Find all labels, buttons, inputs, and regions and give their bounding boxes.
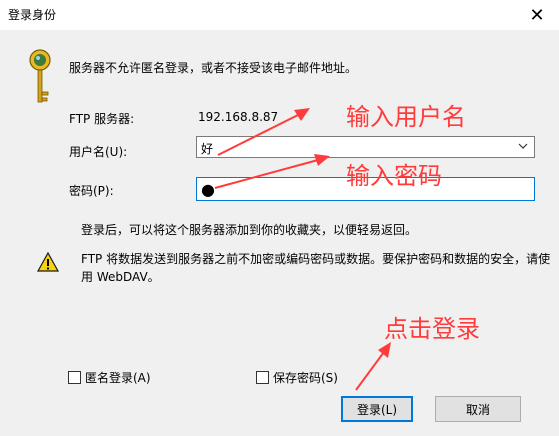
close-button[interactable]: ✕ [515, 0, 559, 30]
login-dialog: 登录身份 ✕ 服务器不允许匿名登录，或者不接受该电子邮件地址。 FTP 服务器:… [0, 0, 559, 436]
username-combobox[interactable]: 好 [196, 136, 535, 158]
username-value: 好 [201, 142, 214, 156]
anonymous-login-checkbox[interactable]: 匿名登录(A) [68, 369, 151, 386]
ftp-server-value: 192.168.8.87 [198, 110, 279, 124]
password-mask: ● [201, 180, 215, 199]
save-password-checkbox[interactable]: 保存密码(S) [256, 369, 338, 386]
arrow-to-login [355, 351, 385, 391]
checkbox-box[interactable] [68, 371, 81, 384]
login-button[interactable]: 登录(L) [341, 396, 413, 422]
arrow-head [294, 108, 310, 121]
favorites-note: 登录后，可以将这个服务器添加到你的收藏夹，以便轻易返回。 [81, 223, 418, 237]
anonymous-login-label: 匿名登录(A) [85, 371, 151, 385]
cancel-button[interactable]: 取消 [435, 396, 521, 422]
annotation-enter-username: 输入用户名 [346, 103, 466, 131]
key-icon [29, 49, 51, 103]
dialog-content: 服务器不允许匿名登录，或者不接受该电子邮件地址。 FTP 服务器: 192.16… [0, 30, 559, 436]
cancel-button-label: 取消 [465, 402, 490, 417]
save-password-label: 保存密码(S) [273, 371, 338, 385]
arrow-head [378, 342, 391, 358]
password-label: 密码(P): [69, 184, 114, 198]
warning-icon [37, 251, 59, 272]
login-button-label: 登录(L) [356, 402, 398, 417]
chevron-down-icon[interactable] [518, 141, 528, 151]
security-warning: FTP 将数据发送到服务器之前不加密或编码密码或数据。要保护密码和数据的安全，请… [81, 252, 551, 284]
annotation-enter-password: 输入密码 [346, 162, 442, 190]
ftp-server-label: FTP 服务器: [69, 112, 135, 126]
username-label: 用户名(U): [69, 145, 128, 159]
annotation-click-login: 点击登录 [384, 315, 480, 343]
checkbox-box[interactable] [256, 371, 269, 384]
window-title: 登录身份 [8, 8, 57, 22]
close-icon: ✕ [529, 4, 545, 26]
auth-message: 服务器不允许匿名登录，或者不接受该电子邮件地址。 [69, 61, 358, 75]
